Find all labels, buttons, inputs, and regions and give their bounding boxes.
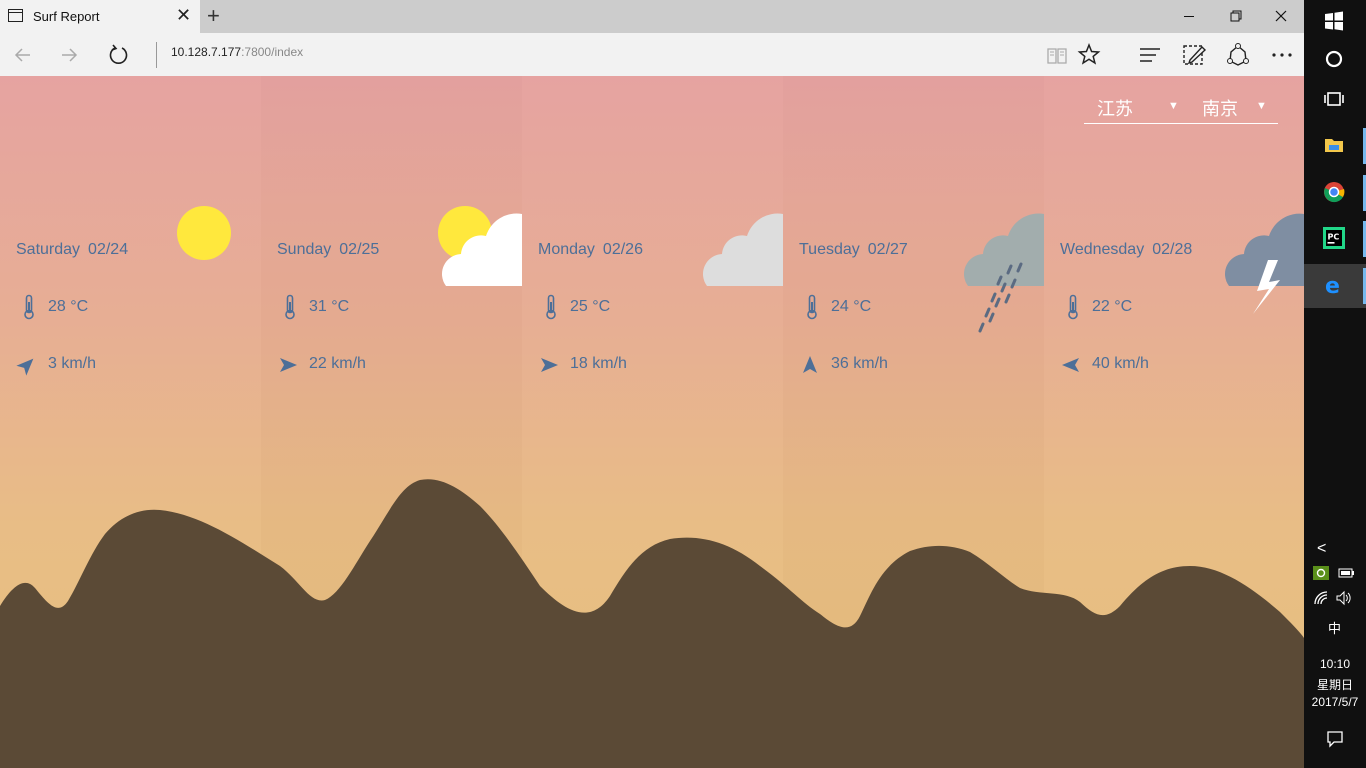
show-hidden-icons-button[interactable]: < <box>1317 540 1326 558</box>
web-note-icon[interactable] <box>1180 41 1208 69</box>
file-explorer-icon[interactable] <box>1304 124 1366 168</box>
pycharm-icon[interactable]: PC <box>1304 217 1366 261</box>
wind-speed-value: 18 km/h <box>570 355 627 372</box>
thermometer-icon <box>24 294 34 320</box>
thermometer-icon <box>807 294 817 320</box>
action-center-icon[interactable] <box>1326 730 1344 748</box>
back-icon[interactable] <box>6 39 38 71</box>
sun-icon <box>177 206 231 260</box>
wind-speed-value: 40 km/h <box>1092 355 1149 372</box>
hub-icon[interactable] <box>1136 41 1164 69</box>
thunder-cloud-icon <box>1224 213 1304 314</box>
tab-close-button[interactable]: ✕ <box>176 5 191 25</box>
chrome-icon[interactable] <box>1304 171 1366 215</box>
forecast-day-saturday: Saturday 02/24 28 °C 3 km/h <box>0 76 261 396</box>
province-dropdown-arrow-icon[interactable]: ▼ <box>1168 100 1179 112</box>
date-label: 02/27 <box>867 241 908 258</box>
page-icon <box>8 9 23 22</box>
date-label: 02/25 <box>339 241 380 258</box>
forecast-day-tuesday: Tuesday 02/27 24 °C 36 km/h <box>783 76 1044 396</box>
wind-direction-icon <box>803 356 817 373</box>
temperature-value: 22 °C <box>1092 298 1133 315</box>
weekday-label: Saturday <box>16 241 81 258</box>
forecast-date: Saturday 02/24 <box>16 241 136 259</box>
svg-text:PC: PC <box>1328 233 1340 242</box>
city-dropdown-arrow-icon[interactable]: ▼ <box>1256 100 1267 112</box>
wind-direction-icon <box>280 358 297 372</box>
wind-speed-value: 3 km/h <box>48 355 97 372</box>
partly-cloudy-icon <box>438 206 522 286</box>
address-separator <box>156 42 157 68</box>
close-window-button[interactable] <box>1258 0 1304 33</box>
reading-view-icon[interactable] <box>1043 41 1071 69</box>
forward-icon[interactable] <box>54 39 86 71</box>
cloud-icon <box>702 213 783 286</box>
date-label: 02/24 <box>88 241 129 258</box>
forecast-date: Wednesday 02/28 <box>1060 241 1200 259</box>
wind-direction-icon <box>1062 358 1079 372</box>
forecast-day-wednesday: Wednesday 02/28 22 °C 40 km/h <box>1044 76 1304 396</box>
restore-button[interactable] <box>1212 0 1258 33</box>
battery-icon[interactable] <box>1338 567 1356 579</box>
province-select[interactable]: 江苏 <box>1097 95 1133 121</box>
svg-text:e: e <box>1325 274 1340 296</box>
task-view-icon[interactable] <box>1304 78 1366 122</box>
clock-weekday[interactable]: 星期日 <box>1304 676 1366 693</box>
wind-speed-value: 22 km/h <box>309 355 366 372</box>
nvidia-tray-icon[interactable] <box>1313 566 1329 580</box>
address-host: 10.128.7.177 <box>171 45 242 59</box>
thermometer-icon <box>1068 294 1078 320</box>
address-path: :7800/index <box>241 45 304 59</box>
edge-icon[interactable]: e <box>1304 264 1366 308</box>
forecast-day-monday: Monday 02/26 25 °C 18 km/h <box>522 76 783 396</box>
forecast-date: Tuesday 02/27 <box>799 241 916 259</box>
weekday-label: Wednesday <box>1060 241 1145 258</box>
clock-time[interactable]: 10:10 <box>1304 657 1366 671</box>
more-icon[interactable] <box>1268 41 1296 69</box>
tab-surf-report[interactable]: Surf Report ✕ <box>0 0 200 33</box>
city-select[interactable]: 南京 <box>1202 95 1238 121</box>
refresh-icon[interactable] <box>102 39 134 71</box>
weekday-label: Sunday <box>277 241 332 258</box>
temperature-value: 28 °C <box>48 298 89 315</box>
forecast-day-sunday: Sunday 02/25 31 °C 22 km/h <box>261 76 522 396</box>
ime-indicator[interactable]: 中 <box>1328 618 1341 637</box>
temperature-value: 25 °C <box>570 298 611 315</box>
date-label: 02/28 <box>1152 241 1193 258</box>
thermometer-icon <box>546 294 556 320</box>
temperature-value: 24 °C <box>831 298 872 315</box>
forecast-date: Sunday 02/25 <box>277 241 387 259</box>
windows-taskbar: PC e <box>1304 0 1366 768</box>
minimize-button[interactable] <box>1166 0 1212 33</box>
wifi-icon[interactable] <box>1313 590 1329 606</box>
cortana-icon[interactable] <box>1304 38 1366 82</box>
surf-report-page: Saturday 02/24 28 °C 3 km/h Sunday 02/25 3… <box>0 76 1304 768</box>
favorites-star-icon[interactable] <box>1075 41 1103 69</box>
weekday-label: Monday <box>538 241 595 258</box>
date-label: 02/26 <box>602 241 643 258</box>
thermometer-icon <box>285 294 295 320</box>
wind-direction-icon <box>541 358 558 372</box>
temperature-value: 31 °C <box>309 298 350 315</box>
rain-cloud-icon <box>963 213 1044 333</box>
new-tab-button[interactable]: + <box>207 2 220 30</box>
tab-bar: Surf Report ✕ + <box>0 0 1304 33</box>
weekday-label: Tuesday <box>799 241 860 258</box>
navigation-bar: 10.128.7.177:7800/index <box>0 33 1304 76</box>
address-bar[interactable]: 10.128.7.177:7800/index <box>171 45 303 59</box>
share-icon[interactable] <box>1224 41 1252 69</box>
wind-speed-value: 36 km/h <box>831 355 888 372</box>
volume-icon[interactable] <box>1335 590 1353 606</box>
tab-title: Surf Report <box>33 9 100 24</box>
location-selector: 江苏 ▼ 南京 ▼ <box>1084 90 1278 124</box>
clock-date[interactable]: 2017/5/7 <box>1304 695 1366 709</box>
wind-direction-icon <box>16 358 34 376</box>
forecast-date: Monday 02/26 <box>538 241 651 259</box>
